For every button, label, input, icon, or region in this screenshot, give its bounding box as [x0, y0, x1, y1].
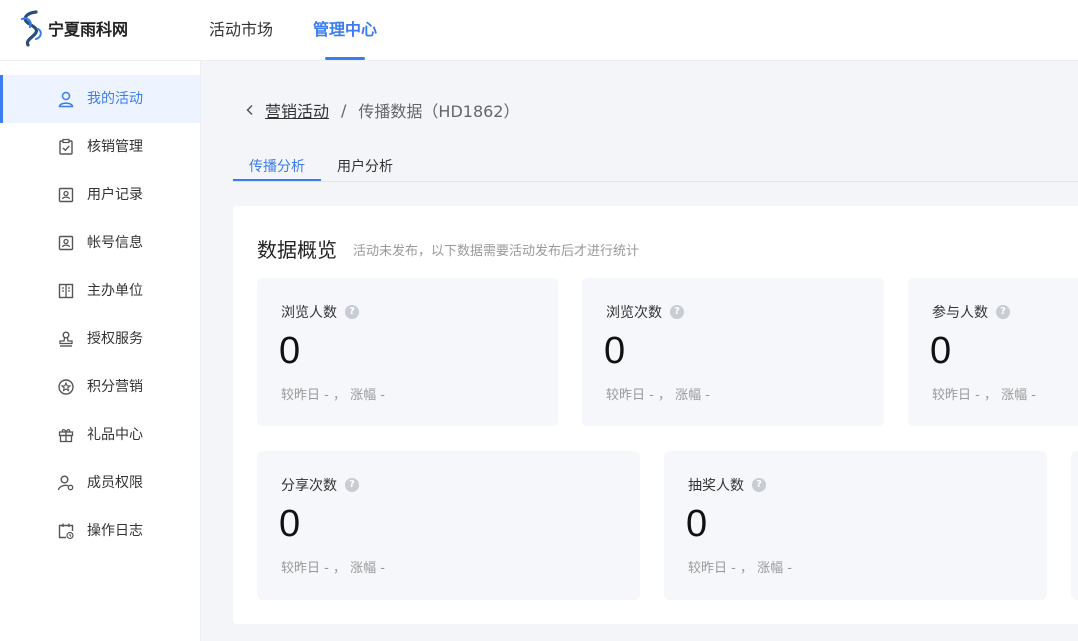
stat-card-shares: 分享次数? 0 较昨日 - ， 涨幅 - [257, 451, 640, 600]
site-logo[interactable]: 宁夏雨科网 [18, 8, 128, 48]
sidebar-item-label: 帐号信息 [87, 235, 143, 251]
top-header: 宁夏雨科网 活动市场 管理中心 [0, 0, 1078, 61]
tab-active-indicator [233, 179, 321, 181]
stat-card-value: 0 [686, 503, 708, 545]
sidebar-item-verification[interactable]: 核销管理 [0, 123, 200, 171]
tab-propagation-analysis[interactable]: 传播分析 [249, 156, 305, 176]
stat-card-footer: 较昨日 - ， 涨幅 - [281, 388, 385, 403]
help-icon[interactable]: ? [670, 305, 684, 319]
logo-mark-icon [20, 10, 42, 47]
stat-card-title-text: 分享次数 [281, 478, 337, 494]
stat-card-title: 浏览次数? [606, 302, 684, 322]
stat-card-title-text: 浏览次数 [606, 305, 662, 321]
help-icon[interactable]: ? [996, 305, 1010, 319]
analysis-tabs: 传播分析 用户分析 [233, 150, 1078, 182]
account-card-icon [58, 235, 74, 251]
star-badge-icon [58, 379, 74, 395]
sidebar-item-organizer[interactable]: 主办单位 [0, 267, 200, 315]
sidebar-item-gift-center[interactable]: 礼品中心 [0, 411, 200, 459]
user-icon [58, 91, 74, 108]
chevron-left-icon[interactable] [243, 103, 257, 117]
sidebar-item-label: 操作日志 [87, 523, 143, 539]
sidebar-item-user-records[interactable]: 用户记录 [0, 171, 200, 219]
sidebar-item-label: 礼品中心 [87, 427, 143, 443]
calendar-clock-icon [58, 523, 74, 540]
sidebar-item-label: 积分营销 [87, 379, 143, 395]
building-icon [58, 283, 74, 299]
stat-card-footer: 较昨日 - ， 涨幅 - [606, 388, 710, 403]
user-card-icon [58, 187, 74, 203]
stat-card-value: 0 [279, 330, 301, 372]
sidebar-item-label: 用户记录 [87, 187, 143, 203]
breadcrumb-parent-link[interactable]: 营销活动 [265, 98, 329, 122]
clipboard-check-icon [59, 138, 73, 155]
stat-card-title-text: 抽奖人数 [688, 478, 744, 494]
help-icon[interactable]: ? [752, 478, 766, 492]
help-icon[interactable]: ? [345, 305, 359, 319]
stat-card-title: 抽奖人数? [688, 475, 766, 495]
stat-card-title-text: 浏览人数 [281, 305, 337, 321]
stat-card-title: 参与人数? [932, 302, 1010, 322]
stat-card-views-count: 浏览次数? 0 较昨日 - ， 涨幅 - [582, 278, 884, 426]
sidebar-item-label: 成员权限 [87, 475, 143, 491]
nav-activity-market[interactable]: 活动市场 [209, 16, 273, 40]
breadcrumb: 营销活动 / 传播数据（HD1862） [243, 99, 519, 121]
sidebar-item-authorization[interactable]: 授权服务 [0, 315, 200, 363]
nav-management-center[interactable]: 管理中心 [313, 16, 377, 40]
stat-card-lottery-users: 抽奖人数? 0 较昨日 - ， 涨幅 - [664, 451, 1047, 600]
data-overview-panel: 数据概览 活动未发布，以下数据需要活动发布后才进行统计 浏览人数? 0 较昨日 … [233, 206, 1078, 624]
gift-icon [58, 429, 74, 443]
stat-card-title: 浏览人数? [281, 302, 359, 322]
sidebar-item-account-info[interactable]: 帐号信息 [0, 219, 200, 267]
stat-card-footer: 较昨日 - ， 涨幅 - [932, 388, 1036, 403]
panel-title: 数据概览 [257, 238, 337, 262]
sidebar-item-points-marketing[interactable]: 积分营销 [0, 363, 200, 411]
stat-card-value: 0 [930, 330, 952, 372]
panel-note: 活动未发布，以下数据需要活动发布后才进行统计 [353, 244, 640, 259]
breadcrumb-current: 传播数据（HD1862） [358, 102, 520, 121]
sidebar-item-label: 主办单位 [87, 283, 143, 299]
logo-text: 宁夏雨科网 [48, 20, 129, 39]
stat-card-title: 分享次数? [281, 475, 359, 495]
stat-card-partial [1071, 451, 1078, 600]
sidebar: 我的活动 核销管理 用户记录 帐号信息 主办单位 授权服务 积分营销 礼品中心 … [0, 61, 201, 641]
stat-card-footer: 较昨日 - ， 涨幅 - [688, 561, 792, 576]
sidebar-item-label: 核销管理 [87, 139, 143, 155]
stat-card-footer: 较昨日 - ， 涨幅 - [281, 561, 385, 576]
sidebar-item-my-activities[interactable]: 我的活动 [0, 75, 200, 123]
stat-card-value: 0 [604, 330, 626, 372]
stat-card-title-text: 参与人数 [932, 305, 988, 321]
stat-card-value: 0 [279, 503, 301, 545]
user-settings-icon [57, 475, 74, 491]
sidebar-item-label: 授权服务 [87, 331, 143, 347]
nav-active-indicator [325, 57, 365, 60]
help-icon[interactable]: ? [345, 478, 359, 492]
stat-card-views-users: 浏览人数? 0 较昨日 - ， 涨幅 - [257, 278, 558, 426]
stamp-icon [59, 331, 73, 347]
breadcrumb-separator: / [341, 100, 347, 120]
sidebar-item-operation-log[interactable]: 操作日志 [0, 507, 200, 555]
sidebar-item-label: 我的活动 [87, 91, 143, 107]
stat-card-participants: 参与人数? 0 较昨日 - ， 涨幅 - [908, 278, 1078, 426]
sidebar-item-member-permissions[interactable]: 成员权限 [0, 459, 200, 507]
tab-user-analysis[interactable]: 用户分析 [337, 156, 393, 176]
